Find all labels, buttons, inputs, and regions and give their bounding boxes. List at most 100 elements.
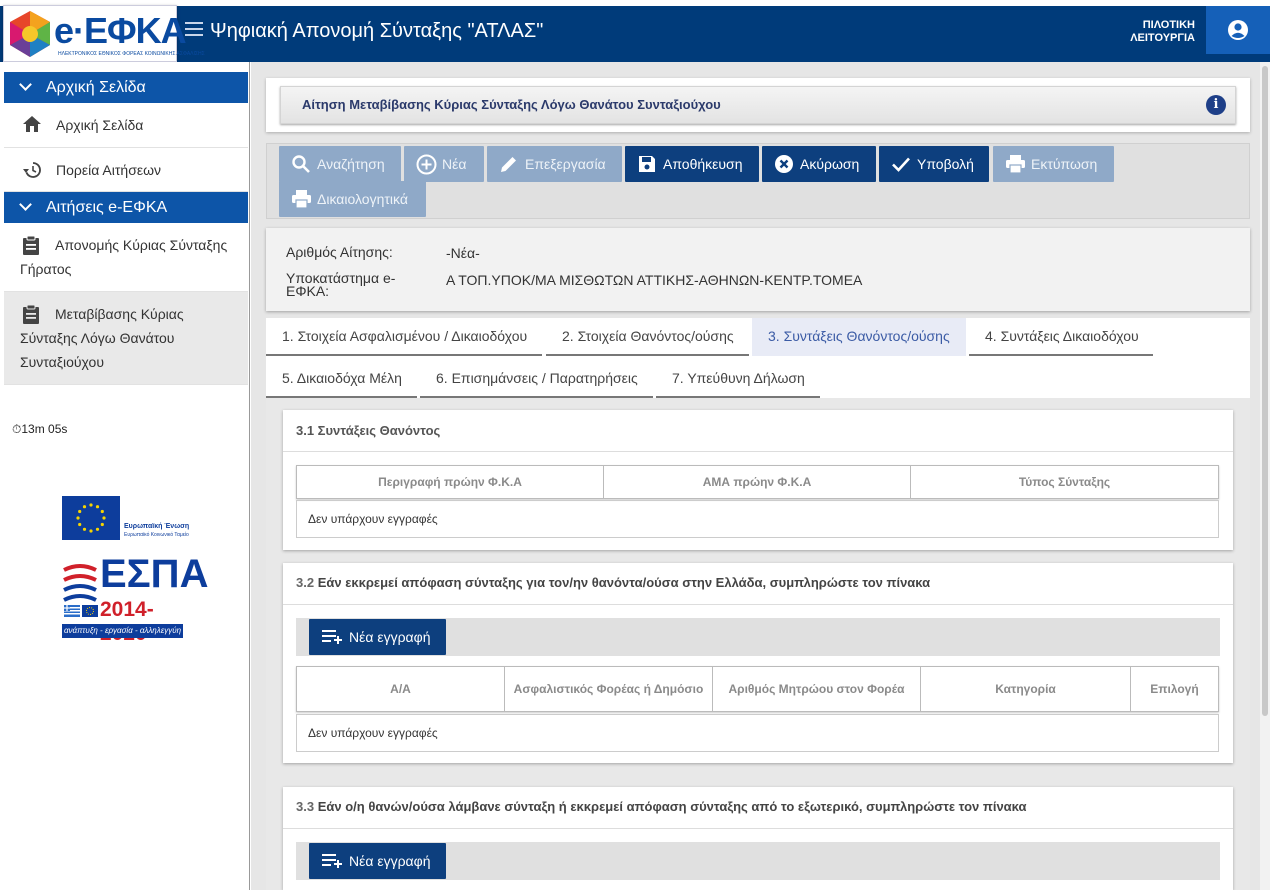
espa-logo: ΕΣΠΑ 2014-2020 ανάπτυξη - εργασία - αλλη…	[62, 552, 208, 645]
sidebar-item-label: Απονομής Κύριας Σύνταξης Γήρατος	[20, 237, 228, 277]
logo-subtext: ΗΛΕΚΤΡΟΝΙΚΟΣ ΕΘΝΙΚΟΣ ΦΟΡΕΑΣ ΚΟΙΝΩΝΙΚΗΣ Α…	[58, 51, 205, 57]
application-number-value: -Νέα-	[446, 245, 480, 261]
column-header[interactable]: Ασφαλιστικός Φορέας ή Δημόσιο	[505, 667, 713, 711]
cancel-circle-icon	[775, 155, 793, 173]
sidebar-item-history[interactable]: Πορεία Αιτήσεων	[4, 148, 248, 192]
espa-slogan: ανάπτυξη - εργασία - αλληλεγγύη	[62, 624, 183, 638]
column-header[interactable]: Περιγραφή πρώην Φ.Κ.Α	[297, 466, 604, 498]
page-title-bar: Αίτηση Μεταβίβασης Κύριας Σύνταξης Λόγω …	[280, 86, 1236, 124]
sidebar: Αρχική Σελίδα Αρχική Σελίδα Πορεία Αιτήσ…	[0, 62, 250, 890]
tab-strip: 1. Στοιχεία Ασφαλισμένου / Δικαιοδόχου 2…	[266, 318, 1250, 398]
chevron-down-icon	[19, 198, 32, 211]
sidebar-group-home[interactable]: Αρχική Σελίδα	[4, 72, 248, 103]
playlist-add-icon	[322, 630, 342, 644]
save-button[interactable]: Αποθήκευση	[625, 146, 759, 182]
section-divider	[283, 828, 1233, 829]
tab-insured-details[interactable]: 1. Στοιχεία Ασφαλισμένου / Δικαιοδόχου	[266, 318, 542, 356]
chevron-down-icon	[19, 78, 32, 91]
greek-eu-flags-icon	[64, 605, 98, 617]
submit-button[interactable]: Υποβολή	[879, 146, 989, 182]
section-deceased-pensions: 3.1 Συντάξεις Θανόντος Περιγραφή πρώην Φ…	[283, 410, 1233, 550]
section-foreign-pension: 3.3 Εάν ο/η θανών/ούσα λάμβανε σύνταξη ή…	[283, 787, 1233, 890]
info-icon[interactable]: i	[1206, 95, 1226, 115]
eu-caption-line-2: Ευρωπαϊκό Κοινωνικό Ταμείο	[124, 532, 189, 538]
tab-deceased-pensions[interactable]: 3. Συντάξεις Θανόντος/ούσης	[752, 318, 966, 356]
add-record-button[interactable]: Νέα εγγραφή	[309, 843, 446, 879]
tab-solemn-declaration[interactable]: 7. Υπεύθυνη Δήλωση	[656, 360, 820, 398]
tab-beneficiary-members[interactable]: 5. Δικαιοδόχα Μέλη	[266, 360, 417, 398]
pencil-icon	[501, 157, 516, 172]
section-title: 3.2 Εάν εκκρεμεί απόφαση σύνταξης για το…	[296, 575, 930, 590]
efka-logo[interactable]: e·ΕΦΚΑ ΗΛΕΚΤΡΟΝΙΚΟΣ ΕΘΝΙΚΟΣ ΦΟΡΕΑΣ ΚΟΙΝΩ…	[3, 5, 205, 62]
documents-button-label: Δικαιολογητικά	[317, 191, 408, 207]
column-header[interactable]: Επιλογή	[1131, 667, 1218, 711]
save-button-label: Αποθήκευση	[663, 156, 743, 172]
sidebar-group-efka[interactable]: Αιτήσεις e-ΕΦΚΑ	[4, 192, 248, 223]
sidebar-item-label: Αρχική Σελίδα	[56, 117, 144, 133]
add-record-bar: Νέα εγγραφή	[296, 618, 1220, 656]
tab-deceased-details[interactable]: 2. Στοιχεία Θανόντος/ούσης	[546, 318, 749, 356]
espa-years: 2014-2020	[100, 598, 154, 645]
logo-text: e·ΕΦΚΑ	[54, 10, 187, 51]
branch-label: Υποκατάστημα e-ΕΦΚΑ:	[286, 270, 396, 299]
page-title: Αίτηση Μεταβίβασης Κύριας Σύνταξης Λόγω …	[302, 97, 721, 112]
tab-beneficiary-pensions[interactable]: 4. Συντάξεις Δικαιοδόχου	[969, 318, 1153, 356]
page-title-card: Αίτηση Μεταβίβασης Κύριας Σύνταξης Λόγω …	[266, 78, 1250, 132]
application-info: Αριθμός Αίτησης: -Νέα- Υποκατάστημα e-ΕΦ…	[266, 228, 1250, 311]
add-record-label: Νέα εγγραφή	[349, 629, 431, 645]
eu-caption-line-1: Ευρωπαϊκή Ένωση	[124, 523, 190, 530]
menu-icon[interactable]	[185, 22, 203, 36]
scrollbar-thumb[interactable]	[1262, 66, 1268, 716]
section-divider	[283, 604, 1233, 605]
section-title-text: Εάν ο/η θανών/ούσα λάμβανε σύνταξη ή εκκ…	[317, 799, 1027, 814]
new-button[interactable]: Νέα	[404, 146, 484, 182]
section-divider	[283, 451, 1233, 452]
table-header: Α/Α Ασφαλιστικός Φορέας ή Δημόσιο Αριθμό…	[296, 666, 1219, 712]
home-icon	[23, 116, 41, 132]
add-record-button[interactable]: Νέα εγγραφή	[309, 619, 446, 655]
printer-icon	[292, 190, 311, 209]
pilot-line-2: ΛΕΙΤΟΥΡΓΙΑ	[1130, 32, 1195, 44]
top-strip	[0, 0, 1270, 6]
playlist-add-icon	[322, 854, 342, 868]
search-button[interactable]: Αναζήτηση	[279, 146, 401, 182]
add-record-label: Νέα εγγραφή	[349, 853, 431, 869]
documents-button[interactable]: Δικαιολογητικά	[279, 181, 426, 217]
user-menu-button[interactable]	[1206, 6, 1270, 54]
column-header[interactable]: Κατηγορία	[921, 667, 1131, 711]
column-header[interactable]: ΑΜΑ πρώην Φ.Κ.Α	[604, 466, 911, 498]
sidebar-item-transfer-pension[interactable]: Μεταβίβασης Κύριας Σύνταξης Λόγω Θανάτου…	[4, 292, 248, 385]
tab-notes[interactable]: 6. Επισημάνσεις / Παρατηρήσεις	[420, 360, 653, 398]
cancel-button-label: Ακύρωση	[800, 156, 860, 172]
pilot-label: ΠΙΛΟΤΙΚΗ ΛΕΙΤΟΥΡΓΙΑ	[1130, 19, 1195, 45]
eu-flag-logo	[62, 496, 120, 540]
column-header[interactable]: Αριθμός Μητρώου στον Φορέα	[713, 667, 921, 711]
eu-caption: Ευρωπαϊκή Ένωση Ευρωπαϊκό Κοινωνικό Ταμε…	[124, 523, 189, 539]
espa-waves-icon	[63, 564, 97, 602]
sidebar-item-old-age-pension[interactable]: Απονομής Κύριας Σύνταξης Γήρατος	[4, 223, 248, 292]
top-bar: e·ΕΦΚΑ ΗΛΕΚΤΡΟΝΙΚΟΣ ΕΘΝΙΚΟΣ ΦΟΡΕΑΣ ΚΟΙΝΩ…	[0, 0, 1270, 62]
sidebar-group-label: Αρχική Σελίδα	[46, 79, 146, 96]
history-icon	[23, 162, 41, 178]
cancel-button[interactable]: Ακύρωση	[762, 146, 876, 182]
sidebar-group-label: Αιτήσεις e-ΕΦΚΑ	[46, 199, 168, 216]
edit-button[interactable]: Επεξεργασία	[487, 146, 622, 182]
user-icon	[1228, 20, 1248, 40]
checkmark-icon	[892, 157, 910, 172]
new-button-label: Νέα	[442, 156, 467, 172]
application-number-label: Αριθμός Αίτησης:	[286, 244, 393, 260]
action-toolbar: Αναζήτηση Νέα Επεξεργασία Αποθήκευση Ακύ…	[266, 143, 1250, 219]
column-header[interactable]: Τύπος Σύνταξης	[911, 466, 1218, 498]
print-button[interactable]: Εκτύπωση	[993, 146, 1114, 182]
section-title: 3.1 Συντάξεις Θανόντος	[296, 423, 441, 438]
sidebar-item-home[interactable]: Αρχική Σελίδα	[4, 103, 248, 148]
section-number: 3.3	[296, 799, 315, 814]
branch-value: Α ΤΟΠ.ΥΠΟΚ/ΜΑ ΜΙΣΘΩΤΩΝ ΑΤΤΙΚΗΣ-ΑΘΗΝΩΝ-ΚΕ…	[446, 272, 863, 288]
espa-word: ΕΣΠΑ	[100, 552, 209, 596]
search-icon	[292, 155, 310, 173]
session-timer: ⏱13m 05s	[12, 422, 68, 436]
sidebar-item-label: Μεταβίβασης Κύριας Σύνταξης Λόγω Θανάτου…	[20, 306, 184, 370]
pilot-line-1: ΠΙΛΟΤΙΚΗ	[1142, 19, 1195, 31]
column-header[interactable]: Α/Α	[297, 667, 505, 711]
edit-button-label: Επεξεργασία	[525, 156, 606, 172]
